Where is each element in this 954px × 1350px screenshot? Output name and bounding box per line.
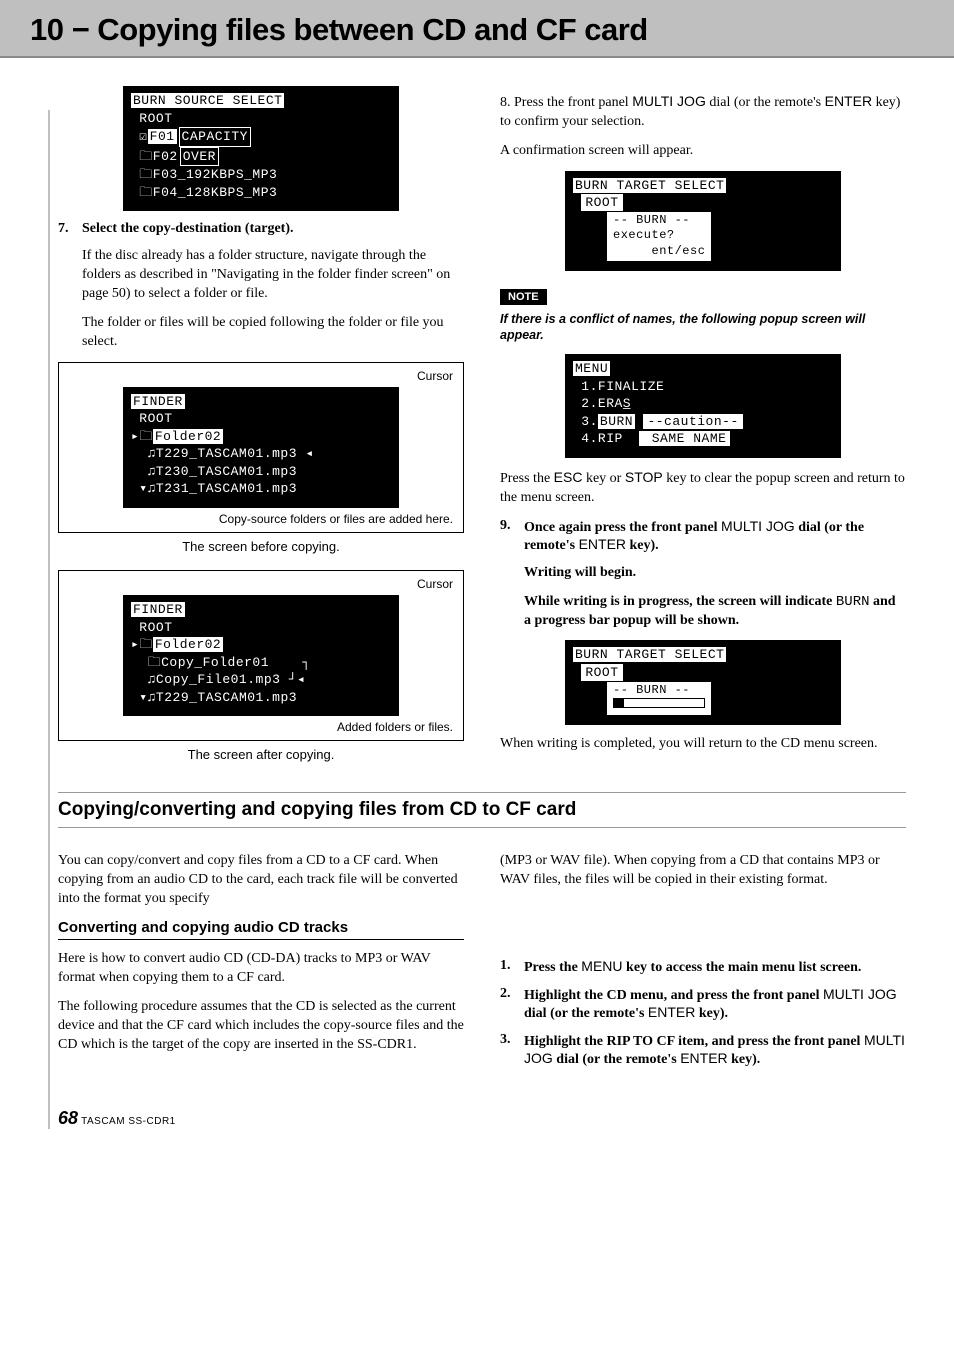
popup-burn-confirm: -- BURN -- execute? ent/esc <box>607 212 711 261</box>
step-text: Select the copy-destination (target). <box>82 221 464 237</box>
section-heading: Copying/converting and copying files fro… <box>58 799 906 821</box>
paragraph: If the disc already has a folder structu… <box>82 247 464 304</box>
lcd-burn-source: BURN SOURCE SELECT ROOT ☑F01CAPACITY 🗀F0… <box>123 86 399 211</box>
lower-left-column: You can copy/convert and copy files from… <box>58 842 464 1078</box>
callout-cursor: Cursor <box>65 369 457 387</box>
step-8: 8. Press the front panel MULTI JOG dial … <box>500 92 906 132</box>
paragraph: You can copy/convert and copy files from… <box>58 852 464 909</box>
sub-heading: Converting and copying audio CD tracks <box>58 919 464 940</box>
page-footer: 68 TASCAM SS-CDR1 <box>0 1098 954 1149</box>
callout-cursor: Cursor <box>65 577 457 595</box>
lcd-finder-before: FINDER ROOT ▸🗀Folder02 ♫T229_TASCAM01.mp… <box>123 387 399 508</box>
step-2: 2. Highlight the CD menu, and press the … <box>500 986 906 1022</box>
step-3: 3. Highlight the RIP TO CF item, and pre… <box>500 1032 906 1068</box>
callout-added: Added folders or files. <box>65 716 457 734</box>
paragraph: A confirmation screen will appear. <box>500 142 906 161</box>
lcd-burn-progress: BURN TARGET SELECT ROOT -- BURN -- <box>565 640 841 724</box>
step-number: 7. <box>58 221 82 237</box>
note-text: If there is a conflict of names, the fol… <box>500 311 906 345</box>
caption-after: The screen after copying. <box>58 747 464 762</box>
popup-burn-progress: -- BURN -- <box>607 682 711 715</box>
lcd-menu-caution: MENU 1.FINALIZE 2.ERAS̲ 3.BURN --caution… <box>565 354 841 458</box>
lower-right-column: (MP3 or WAV file). When copying from a C… <box>500 842 906 1078</box>
lcd-after-copy-frame: Cursor FINDER ROOT ▸🗀Folder02 🗀Copy_Fold… <box>58 570 464 741</box>
step-number: 9. <box>500 518 524 554</box>
step-1: 1. Press the MENU key to access the main… <box>500 958 906 976</box>
page-number: 68 <box>58 1108 78 1128</box>
step-7: 7. Select the copy-destination (target). <box>58 221 464 237</box>
paragraph-esc: Press the ESC key or STOP key to clear t… <box>500 468 906 508</box>
chapter-header: 10 − Copying files between CD and CF car… <box>0 0 954 58</box>
caption-before: The screen before copying. <box>58 539 464 554</box>
step-text: Once again press the front panel MULTI J… <box>524 518 906 554</box>
section-heading-bar: Copying/converting and copying files fro… <box>58 792 906 828</box>
step-9: 9. Once again press the front panel MULT… <box>500 518 906 554</box>
right-column: 8. Press the front panel MULTI JOG dial … <box>500 82 906 778</box>
lcd-burn-target-confirm: BURN TARGET SELECT ROOT -- BURN -- execu… <box>565 171 841 271</box>
paragraph: Here is how to convert audio CD (CD-DA) … <box>58 950 464 988</box>
lcd-finder-after: FINDER ROOT ▸🗀Folder02 🗀Copy_Folder01 ┐ … <box>123 595 399 716</box>
product-name: TASCAM SS-CDR1 <box>78 1116 176 1127</box>
left-column: BURN SOURCE SELECT ROOT ☑F01CAPACITY 🗀F0… <box>58 82 464 778</box>
paragraph: Writing will begin. <box>524 564 906 583</box>
paragraph: When writing is completed, you will retu… <box>500 735 906 754</box>
callout-copy-source: Copy-source folders or files are added h… <box>65 508 457 526</box>
note-label: NOTE <box>500 289 547 305</box>
paragraph: (MP3 or WAV file). When copying from a C… <box>500 852 906 890</box>
left-margin-rule <box>48 110 50 1129</box>
chapter-title: 10 − Copying files between CD and CF car… <box>30 12 924 48</box>
paragraph: The following procedure assumes that the… <box>58 998 464 1055</box>
paragraph: The folder or files will be copied follo… <box>82 314 464 352</box>
lcd-before-copy-frame: Cursor FINDER ROOT ▸🗀Folder02 ♫T229_TASC… <box>58 362 464 533</box>
paragraph-progress: While writing is in progress, the screen… <box>524 593 906 631</box>
